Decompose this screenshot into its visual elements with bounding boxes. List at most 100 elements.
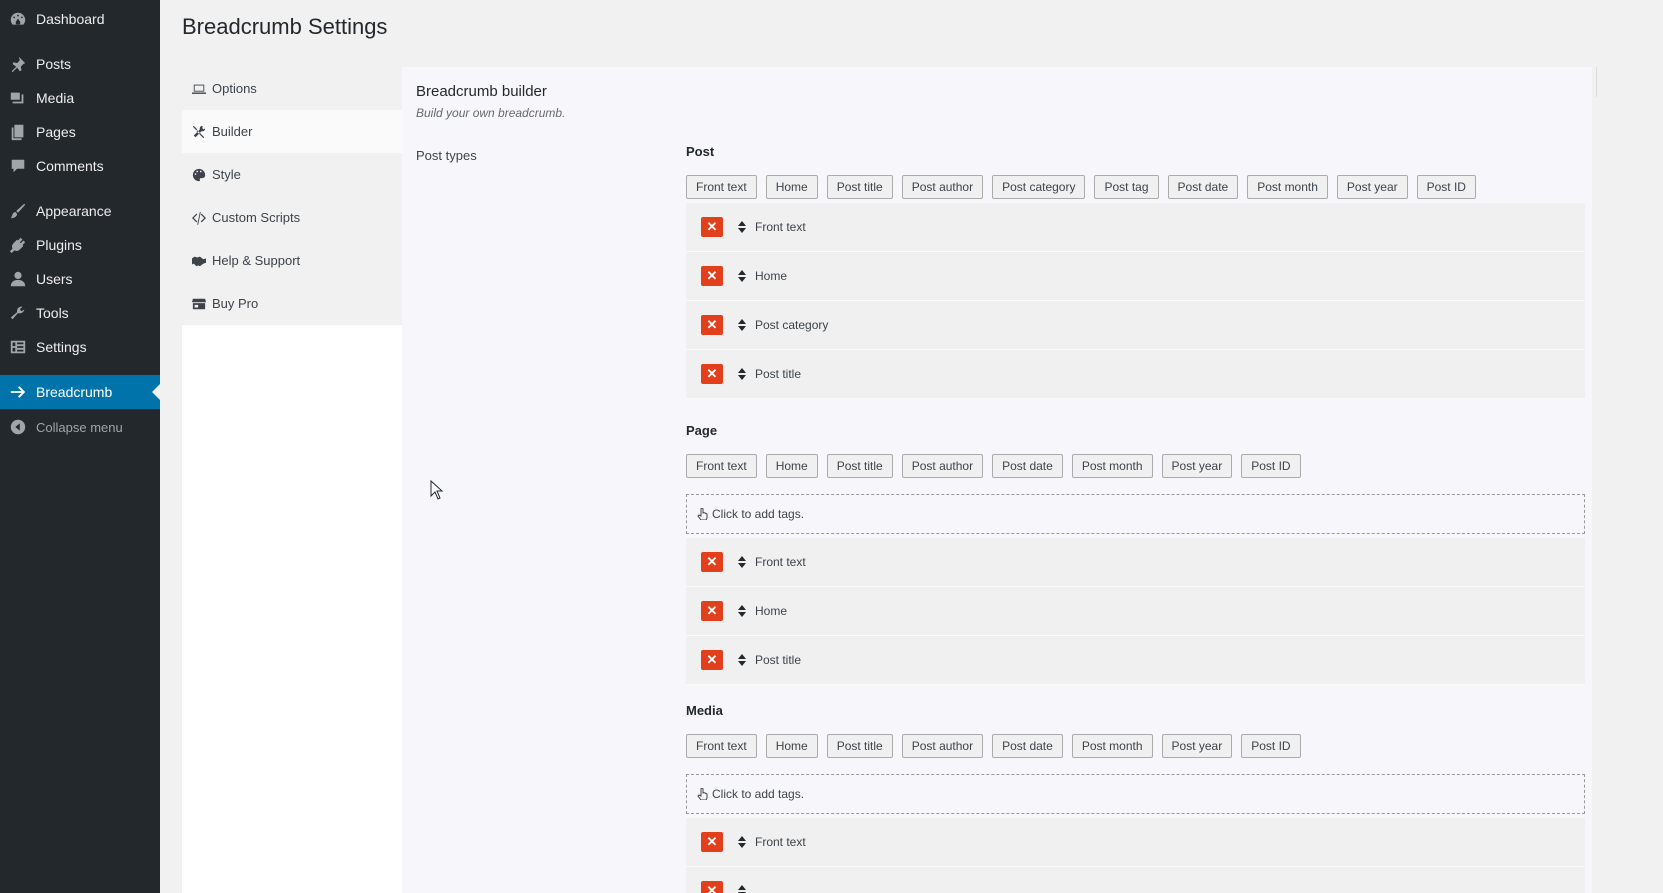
menu-label: Users	[36, 271, 73, 287]
tag-button[interactable]: Post date	[992, 734, 1063, 758]
tag-button[interactable]: Post date	[1167, 175, 1239, 199]
delete-icon[interactable]: ✕	[701, 266, 723, 286]
tag-button[interactable]: Post month	[1247, 175, 1328, 199]
list-item[interactable]: ✕ Home	[686, 587, 1585, 636]
tag-button[interactable]: Post category	[992, 175, 1086, 199]
tag-button[interactable]: Post year	[1336, 175, 1408, 199]
nav-label: Builder	[212, 124, 253, 139]
tag-button[interactable]: Post date	[992, 454, 1063, 478]
menu-item-tools[interactable]: Tools	[0, 296, 160, 330]
mouse-cursor-icon	[430, 480, 444, 500]
tag-button[interactable]: Post month	[1071, 454, 1153, 478]
list-item[interactable]: ✕ Post category	[686, 301, 1585, 350]
menu-item-pages[interactable]: Pages	[0, 115, 160, 149]
nav-item-custom-scripts[interactable]: Custom Scripts	[182, 196, 402, 239]
list-item[interactable]: ✕ Home	[686, 252, 1585, 301]
list-item[interactable]: ✕ Post title	[686, 350, 1585, 399]
sort-handle-icon[interactable]	[737, 885, 747, 893]
sort-handle-icon[interactable]	[737, 605, 747, 617]
list-item-label: Front text	[755, 555, 806, 569]
post-types-label: Post types	[416, 148, 477, 163]
tag-button[interactable]: Front text	[686, 454, 757, 478]
sort-handle-icon[interactable]	[737, 556, 747, 568]
delete-icon[interactable]: ✕	[701, 315, 723, 335]
section-title: Page	[686, 423, 718, 438]
hand-pointer-icon	[697, 788, 708, 800]
nav-item-builder[interactable]: Builder	[182, 110, 402, 153]
list-item[interactable]: ✕ Front text	[686, 818, 1585, 867]
delete-icon[interactable]: ✕	[701, 601, 723, 621]
menu-item-posts[interactable]: Posts	[0, 47, 160, 81]
tag-button[interactable]: Home	[765, 734, 818, 758]
tag-button[interactable]: Home	[765, 454, 818, 478]
list-item-label: Front text	[755, 835, 806, 849]
delete-icon[interactable]: ✕	[701, 650, 723, 670]
tag-button[interactable]: Post title	[826, 734, 893, 758]
tag-button[interactable]: Post author	[901, 734, 984, 758]
delete-icon[interactable]: ✕	[701, 881, 723, 893]
menu-item-appearance[interactable]: Appearance	[0, 194, 160, 228]
list-item-label: Home	[755, 269, 788, 283]
menu-item-media[interactable]: Media	[0, 81, 160, 115]
tag-button[interactable]: Post ID	[1241, 454, 1301, 478]
tag-button[interactable]: Home	[765, 175, 818, 199]
media-icon	[8, 88, 28, 108]
delete-icon[interactable]: ✕	[701, 217, 723, 237]
tag-button[interactable]: Post author	[901, 454, 984, 478]
menu-item-comments[interactable]: Comments	[0, 149, 160, 183]
tag-button[interactable]: Front text	[686, 175, 757, 199]
tag-button[interactable]: Post ID	[1241, 734, 1301, 758]
sort-handle-icon[interactable]	[737, 654, 747, 666]
collapse-menu-button[interactable]: Collapse menu	[0, 410, 160, 444]
tag-buttons: Front text Home Post title Post author P…	[686, 734, 1585, 758]
delete-icon[interactable]: ✕	[701, 552, 723, 572]
list-item[interactable]: ✕ Front text	[686, 203, 1585, 252]
delete-icon[interactable]: ✕	[701, 364, 723, 384]
list-item-label: Front text	[755, 220, 806, 234]
tag-button[interactable]: Post month	[1071, 734, 1153, 758]
tag-button[interactable]: Post title	[826, 175, 893, 199]
sort-handle-icon[interactable]	[737, 368, 747, 380]
section-post: Post Front text Home Post title Post aut…	[686, 141, 1585, 399]
section-title: Post	[686, 144, 715, 159]
section-title: Media	[686, 703, 723, 718]
list-item[interactable]: ✕ Front text	[686, 538, 1585, 587]
tag-button[interactable]: Post tag	[1094, 175, 1159, 199]
menu-item-breadcrumb[interactable]: Breadcrumb	[0, 375, 160, 409]
builder-description: Build your own breadcrumb.	[416, 106, 566, 120]
sort-handle-icon[interactable]	[737, 221, 747, 233]
tag-button[interactable]: Post ID	[1416, 175, 1476, 199]
list-item[interactable]: ✕	[686, 867, 1585, 893]
add-tags-dropzone[interactable]: Click to add tags.	[686, 774, 1585, 814]
menu-label: Pages	[36, 124, 76, 140]
menu-item-users[interactable]: Users	[0, 262, 160, 296]
add-tags-dropzone[interactable]: Click to add tags.	[686, 494, 1585, 534]
breadcrumb-items: ✕ Front text ✕ Home ✕ Post category ✕ Po…	[686, 203, 1585, 399]
sort-handle-icon[interactable]	[737, 319, 747, 331]
section-page: Page Front text Home Post title Post aut…	[686, 420, 1585, 685]
sort-handle-icon[interactable]	[737, 270, 747, 282]
sort-handle-icon[interactable]	[737, 836, 747, 848]
list-item[interactable]: ✕ Post title	[686, 636, 1585, 685]
arrow-right-icon	[8, 382, 28, 402]
tag-button[interactable]: Post year	[1161, 734, 1233, 758]
tag-buttons: Front text Home Post title Post author P…	[686, 175, 1585, 199]
nav-item-options[interactable]: Options	[182, 67, 402, 110]
nav-item-help-support[interactable]: Help & Support	[182, 239, 402, 282]
add-tags-text: Click to add tags.	[712, 507, 805, 521]
tag-button[interactable]: Front text	[686, 734, 757, 758]
comment-icon	[8, 156, 28, 176]
menu-label: Tools	[36, 305, 69, 321]
menu-item-plugins[interactable]: Plugins	[0, 228, 160, 262]
menu-item-dashboard[interactable]: Dashboard	[0, 2, 160, 36]
tag-button[interactable]: Post author	[901, 175, 984, 199]
delete-icon[interactable]: ✕	[701, 832, 723, 852]
tag-button[interactable]: Post title	[826, 454, 893, 478]
tools-icon	[192, 125, 206, 139]
tag-button[interactable]: Post year	[1161, 454, 1233, 478]
menu-item-settings[interactable]: Settings	[0, 330, 160, 364]
menu-label: Breadcrumb	[36, 384, 113, 400]
menu-label: Comments	[36, 158, 104, 174]
nav-item-buy-pro[interactable]: Buy Pro	[182, 282, 402, 325]
nav-item-style[interactable]: Style	[182, 153, 402, 196]
